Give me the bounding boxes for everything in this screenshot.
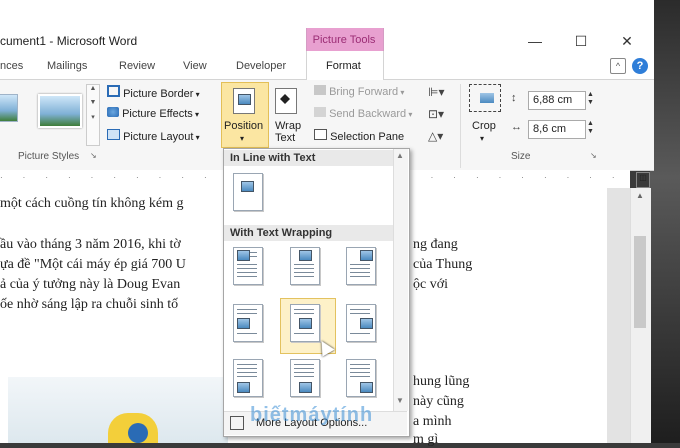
view-ruler-icon[interactable]: ◫ (636, 172, 650, 188)
width-spinner[interactable]: ▲ ▼ (587, 120, 594, 136)
doc-line-right: này cũng (413, 394, 464, 409)
picture-layout-button[interactable]: Picture Layout ▾ (107, 129, 200, 143)
group-separator (460, 84, 461, 168)
maximize-button[interactable]: ☐ (558, 26, 604, 56)
position-top-right[interactable] (343, 244, 379, 288)
bring-forward-icon (314, 85, 326, 95)
picture-effects-icon (107, 107, 119, 117)
position-middle-left[interactable] (230, 301, 266, 345)
position-top-center[interactable] (287, 244, 323, 288)
group-icon[interactable]: ⊡▾ (428, 107, 444, 121)
position-icon (233, 88, 255, 114)
crop-label: Crop (472, 120, 496, 132)
watermark-logo: biếtmáytính (250, 404, 374, 426)
wrap-text-label-1: Wrap (275, 120, 302, 132)
doc-line-right: ng đang (413, 237, 458, 252)
crop-dropdown-arrow: ▾ (480, 134, 485, 143)
size-dialog-launcher-icon[interactable]: ↘ (590, 151, 597, 160)
dropdown-scroll-down-icon[interactable]: ▼ (396, 396, 404, 405)
position-bottom-left[interactable] (230, 356, 266, 400)
collapse-ribbon-icon[interactable]: ^ (610, 58, 626, 74)
selection-pane-label: Selection Pane (330, 131, 405, 143)
inline-option[interactable] (230, 170, 266, 214)
help-icon[interactable]: ? (632, 58, 648, 74)
position-top-left[interactable] (230, 244, 266, 288)
doc-line: ựa đề "Một cái máy ép giá 700 U (0, 257, 186, 272)
size-group-label: Size (511, 151, 531, 162)
tab-mailings[interactable]: Mailings (47, 60, 87, 72)
scroll-up-icon[interactable]: ▲ (636, 191, 644, 200)
picture-effects-button[interactable]: Picture Effects ▾ (107, 107, 199, 120)
picture-effects-label: Picture Effects (122, 108, 193, 120)
align-icon[interactable]: ⊫▾ (428, 85, 444, 99)
doc-line-right: a mình (413, 414, 452, 429)
shape-height-icon: ↕ (511, 92, 517, 104)
position-middle-center[interactable] (287, 301, 323, 345)
send-backward-icon (314, 107, 326, 117)
tab-view[interactable]: View (183, 60, 207, 72)
inline-section-header: In Line with Text (224, 150, 398, 166)
picture-style-thumb[interactable] (0, 94, 18, 122)
doc-line-right: ộc với (413, 277, 449, 292)
position-bottom-right[interactable] (343, 356, 379, 400)
send-backward-label: Send Backward (329, 108, 407, 120)
picture-tools-label: Picture Tools (312, 34, 376, 46)
selection-pane-button[interactable]: Selection Pane (314, 129, 404, 143)
bring-forward-label: Bring Forward (329, 86, 399, 98)
height-spinner[interactable]: ▲ ▼ (587, 91, 594, 107)
position-middle-right[interactable] (343, 301, 379, 345)
wrap-text-label-2: Text (275, 132, 296, 144)
position-label: Position (224, 120, 264, 132)
tab-review[interactable]: Review (119, 60, 155, 72)
doc-line-right: của Thung (413, 257, 473, 272)
picture-layout-label: Picture Layout (123, 131, 194, 143)
doc-line: ả của ý tưởng này là Doug Evan (0, 277, 181, 292)
selection-pane-icon (314, 129, 327, 140)
picture-layout-icon (107, 129, 120, 140)
doc-line: ầu vào tháng 3 năm 2016, khi tờ (0, 237, 181, 252)
shape-width-icon: ↔ (511, 121, 522, 133)
dropdown-scroll-up-icon[interactable]: ▲ (396, 151, 404, 160)
close-button[interactable]: ✕ (604, 26, 650, 56)
desktop-background (650, 0, 680, 443)
doc-line-right: hung lũng (413, 374, 470, 389)
shape-height-field[interactable]: 6,88 cm (528, 91, 586, 110)
scroll-thumb[interactable] (634, 236, 646, 328)
picture-styles-group-label: Picture Styles (18, 151, 80, 162)
doc-line-right: m gì (413, 432, 439, 447)
tab-developer[interactable]: Developer (236, 60, 286, 72)
inserted-image[interactable] (8, 377, 228, 443)
window-title: cument1 - Microsoft Word (0, 34, 138, 48)
picture-border-label: Picture Border (123, 88, 194, 100)
minimize-button[interactable]: — (512, 26, 558, 56)
picture-border-icon (107, 85, 120, 97)
position-dropdown-arrow: ▾ (240, 134, 245, 143)
picture-border-button[interactable]: Picture Border ▾ (107, 85, 200, 100)
position-bottom-center[interactable] (287, 356, 323, 400)
gallery-scroll[interactable]: ▲ ▼ ▾ (86, 84, 100, 146)
doc-line: một cách cuồng tín không kém g (0, 196, 184, 211)
tab-format[interactable]: Format (326, 60, 361, 72)
picture-style-thumb[interactable] (38, 94, 82, 128)
rotate-icon[interactable]: △▾ (428, 129, 443, 143)
layout-options-icon (230, 416, 244, 430)
shape-width-field[interactable]: 8,6 cm (528, 120, 586, 139)
tab-references[interactable]: nces (0, 60, 23, 72)
send-backward-button[interactable]: Send Backward ▾ (314, 107, 412, 120)
dropdown-scrollbar[interactable] (393, 149, 408, 411)
dialog-launcher-icon[interactable]: ↘ (90, 151, 97, 160)
wrapping-section-header: With Text Wrapping (224, 225, 398, 241)
bring-forward-button[interactable]: Bring Forward ▾ (314, 85, 404, 98)
doc-line: ốe nhờ sáng lập ra chuỗi sinh tố (0, 297, 179, 312)
